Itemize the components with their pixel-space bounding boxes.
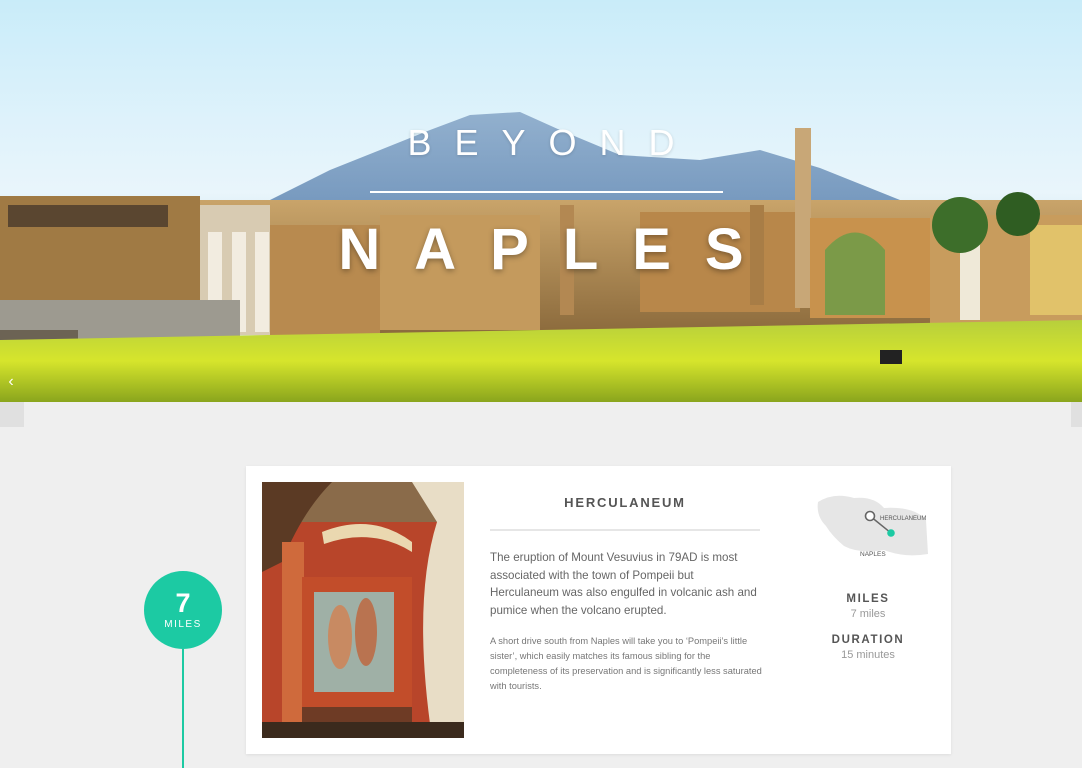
route-map: HERCULANEUM NAPLES	[814, 492, 934, 562]
distance-value: 7	[175, 588, 191, 618]
map-origin-pin-icon	[887, 529, 895, 537]
distance-unit: MILES	[164, 619, 202, 630]
hero-divider	[370, 191, 723, 193]
hero-title-beyond: BEYOND	[407, 122, 698, 163]
hero-prev-arrow-icon[interactable]: ‹	[4, 372, 18, 392]
map-destination-pin-icon	[864, 510, 876, 522]
duration-value: 15 minutes	[841, 649, 895, 661]
left-nav-tab[interactable]	[0, 402, 24, 427]
destination-card: HERCULANEUM The eruption of Mount Vesuvi…	[246, 466, 951, 754]
miles-value: 7 miles	[850, 608, 886, 620]
map-label-origin: NAPLES	[860, 551, 886, 558]
distance-marker: 7 MILES	[144, 571, 222, 649]
card-title-divider	[490, 529, 760, 531]
hero-title-naples: NAPLES	[338, 217, 778, 282]
herculaneum-fresco-image	[262, 482, 464, 738]
card-title: HERCULANEUM	[564, 495, 686, 510]
miles-label: MILES	[846, 593, 890, 605]
right-nav-tab[interactable]	[1071, 402, 1082, 427]
card-description-secondary: A short drive south from Naples will tak…	[490, 636, 762, 691]
hero-image-pompeii	[0, 112, 1082, 402]
duration-label: DURATION	[831, 634, 905, 646]
card-description-main: The eruption of Mount Vesuvius in 79AD i…	[490, 551, 757, 617]
timeline-line	[182, 649, 184, 768]
map-label-destination: HERCULANEUM	[880, 516, 926, 522]
hero-banner: BEYOND NAPLES ‹	[0, 0, 1082, 402]
